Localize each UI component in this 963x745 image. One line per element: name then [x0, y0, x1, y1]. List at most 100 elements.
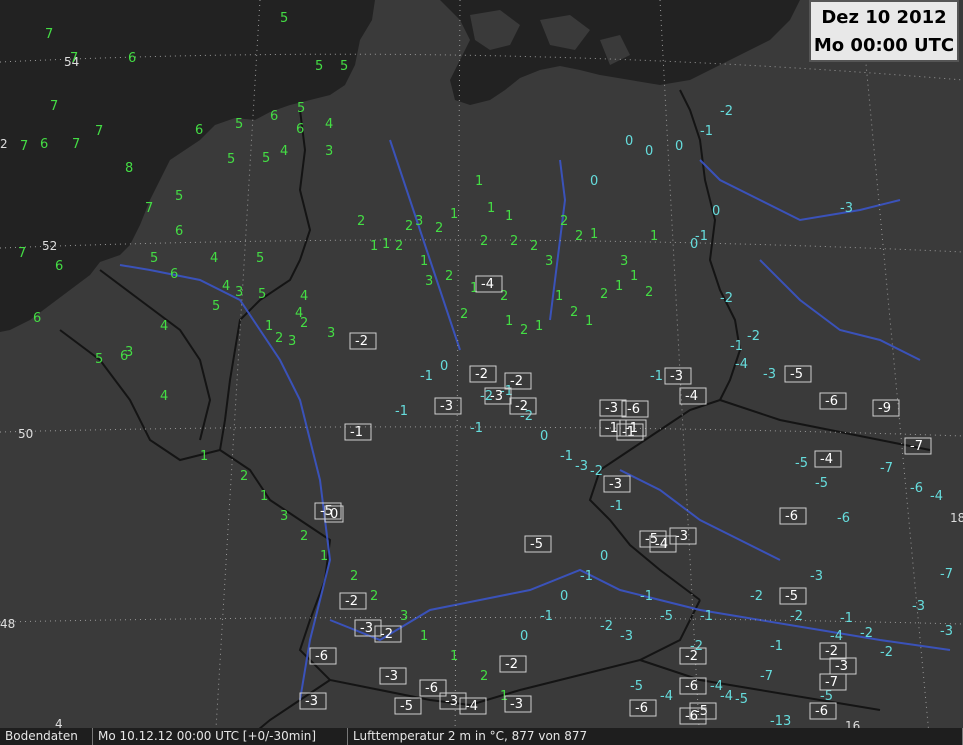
station-value: -4: [710, 679, 723, 694]
station-value: -2: [720, 104, 733, 119]
station-value: 5: [150, 251, 158, 266]
highlighted-value: -1: [350, 425, 363, 440]
station-value: 6: [33, 311, 41, 326]
highlighted-station: -3: [829, 657, 857, 675]
station-value: -2: [860, 626, 873, 641]
station-value: -5: [795, 456, 808, 471]
highlighted-station: -4: [814, 450, 842, 468]
highlighted-value: -3: [605, 401, 618, 416]
highlighted-value: -3: [440, 399, 453, 414]
highlighted-station: -6: [779, 507, 807, 525]
highlighted-value: -7: [910, 439, 923, 454]
highlighted-value: -2: [355, 334, 368, 349]
station-value: 3: [400, 609, 408, 624]
highlighted-value: -7: [825, 675, 838, 690]
valid-time-box: Dez 10 2012 Mo 00:00 UTC: [809, 0, 959, 62]
highlighted-value: -4: [655, 537, 668, 552]
highlighted-station: -6: [679, 677, 707, 695]
station-value: 1: [487, 201, 495, 216]
station-value: -1: [700, 609, 713, 624]
highlighted-station: -3: [603, 475, 631, 493]
station-value: -7: [880, 461, 893, 476]
time-label: Mo 00:00 UTC: [813, 35, 955, 56]
station-value: 5: [227, 152, 235, 167]
station-value: 2: [530, 239, 538, 254]
station-value: 7: [145, 201, 153, 216]
station-value: 7: [20, 139, 28, 154]
highlighted-value: -2: [380, 627, 393, 642]
station-value: 1: [470, 281, 478, 296]
station-value: 6: [270, 109, 278, 124]
highlighted-station: -4: [475, 275, 503, 293]
station-value: 2: [357, 214, 365, 229]
station-value: 3: [415, 214, 423, 229]
highlighted-value: -5: [400, 699, 413, 714]
station-value: -1: [640, 589, 653, 604]
station-value: 2: [520, 323, 528, 338]
station-value: 1: [320, 549, 328, 564]
parameter-info: Lufttemperatur 2 m in °C, 877 von 877: [348, 728, 963, 745]
station-value: -3: [840, 201, 853, 216]
station-value: 1: [650, 229, 658, 244]
station-value: 1: [370, 239, 378, 254]
highlighted-value: -6: [315, 649, 328, 664]
station-value: -1: [650, 369, 663, 384]
station-value: 6: [55, 259, 63, 274]
station-value: -4: [735, 357, 748, 372]
station-value: 0: [590, 174, 598, 189]
highlighted-value: -4: [685, 389, 698, 404]
station-value: 3: [280, 509, 288, 524]
station-value: 2: [500, 289, 508, 304]
station-value: -6: [910, 481, 923, 496]
station-value: -7: [760, 669, 773, 684]
station-value: 1: [585, 314, 593, 329]
station-value: 1: [450, 207, 458, 222]
highlighted-station: -3: [354, 619, 382, 637]
lat-label: 50: [18, 427, 33, 441]
highlighted-value: -6: [627, 402, 640, 417]
station-value: 0: [600, 549, 608, 564]
station-value: -1: [730, 339, 743, 354]
highlighted-station: -2: [374, 625, 402, 643]
station-value: -4: [930, 489, 943, 504]
highlighted-value: -5: [790, 367, 803, 382]
station-value: 2: [240, 469, 248, 484]
station-value: -3: [620, 629, 633, 644]
highlighted-value: -2: [825, 644, 838, 659]
station-value: 0: [440, 359, 448, 374]
station-value: 2: [445, 269, 453, 284]
station-value: 0: [645, 144, 653, 159]
station-value: 5: [280, 11, 288, 26]
station-value: 1: [420, 629, 428, 644]
highlighted-value: -2: [505, 657, 518, 672]
highlighted-value: -2: [475, 367, 488, 382]
station-value: -3: [763, 367, 776, 382]
station-value: 5: [315, 59, 323, 74]
weather-map[interactable]: 54 52 50 48 4 16 18 2 576755776567675456…: [0, 0, 963, 745]
station-value: 4: [325, 117, 333, 132]
station-value: 1: [505, 314, 513, 329]
station-value: 6: [296, 122, 304, 137]
station-value: -1: [610, 499, 623, 514]
station-value: 3: [325, 144, 333, 159]
station-value: -2: [880, 645, 893, 660]
highlighted-station: -3: [434, 397, 462, 415]
station-value: 5: [256, 251, 264, 266]
station-value: -1: [580, 569, 593, 584]
station-value: 1: [555, 289, 563, 304]
status-bar: Bodendaten Mo 10.12.12 00:00 UTC [+0/-30…: [0, 728, 963, 745]
station-value: -2: [750, 589, 763, 604]
station-value: -2: [790, 609, 803, 624]
station-value: -1: [420, 369, 433, 384]
station-value: 6: [128, 51, 136, 66]
highlighted-station: -6: [819, 392, 847, 410]
station-value: 1: [200, 449, 208, 464]
station-value: 4: [222, 279, 230, 294]
station-value: -5: [630, 679, 643, 694]
station-value: 5: [175, 189, 183, 204]
lon-label: 18: [950, 511, 963, 525]
station-value: 2: [460, 307, 468, 322]
lat-label: 52: [42, 239, 57, 253]
highlighted-station: -3: [504, 695, 532, 713]
highlighted-value: -6: [685, 709, 698, 724]
